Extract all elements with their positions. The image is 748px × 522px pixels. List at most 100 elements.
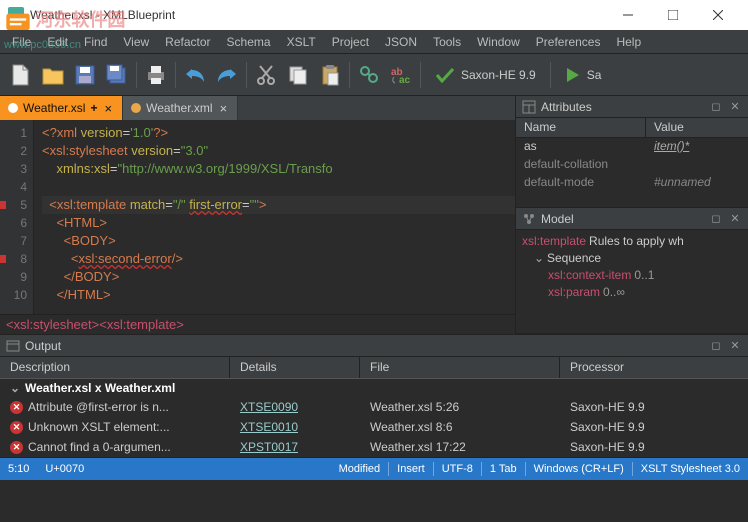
- tab-close-button[interactable]: ×: [103, 101, 115, 116]
- error-icon: ✕: [10, 421, 23, 434]
- cut-button[interactable]: [251, 60, 281, 90]
- copy-button[interactable]: [283, 60, 313, 90]
- status-unicode: U+0070: [37, 463, 92, 475]
- window-title: Weather.xsl - XMLBlueprint: [30, 8, 605, 22]
- panel-restore-button[interactable]: ◻: [709, 212, 723, 226]
- menu-file[interactable]: File: [4, 32, 39, 52]
- output-headers: Description Details File Processor: [0, 357, 748, 379]
- model-item[interactable]: xsl:param 0..∞: [518, 284, 746, 301]
- toolbar: abac Saxon-HE 9.9 Sa: [0, 54, 748, 96]
- status-position[interactable]: 5:10: [0, 463, 37, 475]
- validate-button[interactable]: Saxon-HE 9.9: [425, 60, 546, 90]
- status-modified: Modified: [331, 463, 389, 475]
- out-header-details[interactable]: Details: [230, 357, 360, 378]
- menu-find[interactable]: Find: [76, 32, 115, 52]
- breadcrumb-item[interactable]: <xsl:template>: [99, 317, 184, 332]
- undo-button[interactable]: [180, 60, 210, 90]
- tab-weather-xsl[interactable]: Weather.xsl + ×: [0, 96, 123, 120]
- menubar: File Edit Find View Refactor Schema XSLT…: [0, 30, 748, 54]
- panel-restore-button[interactable]: ◻: [709, 339, 723, 353]
- panel-close-button[interactable]: ✕: [728, 100, 742, 114]
- attr-row[interactable]: default-mode#unnamed: [516, 174, 748, 192]
- model-root[interactable]: xsl:template Rules to apply wh: [518, 233, 746, 250]
- menu-tools[interactable]: Tools: [425, 32, 469, 52]
- menu-project[interactable]: Project: [324, 32, 377, 52]
- model-item[interactable]: xsl:context-item 0..1: [518, 267, 746, 284]
- run-button[interactable]: Sa: [555, 60, 612, 90]
- status-doctype[interactable]: XSLT Stylesheet 3.0: [633, 463, 748, 475]
- menu-help[interactable]: Help: [608, 32, 649, 52]
- model-icon: [522, 212, 536, 226]
- panel-title: Model: [541, 212, 704, 226]
- attributes-panel: Attributes ◻ ✕ Name Value asitem()*defau…: [516, 96, 748, 208]
- output-row[interactable]: ✕Cannot find a 0-argumen...XPST0017Weath…: [0, 437, 748, 457]
- output-row[interactable]: ✕Attribute @first-error is n...XTSE0090W…: [0, 397, 748, 417]
- file-icon: [131, 103, 141, 113]
- save-button[interactable]: [70, 60, 100, 90]
- panel-title: Output: [25, 339, 704, 353]
- print-button[interactable]: [141, 60, 171, 90]
- close-button[interactable]: [695, 0, 740, 30]
- output-group[interactable]: ⌄ Weather.xsl x Weather.xml: [0, 379, 748, 397]
- model-sequence[interactable]: ⌄ Sequence: [518, 250, 746, 267]
- status-tabs[interactable]: 1 Tab: [482, 463, 525, 475]
- menu-edit[interactable]: Edit: [39, 32, 76, 52]
- paste-button[interactable]: [315, 60, 345, 90]
- run-label: Sa: [587, 68, 602, 82]
- code-editor[interactable]: 12345678910 <?xml version='1.0'?><xsl:st…: [0, 120, 515, 314]
- replace-button[interactable]: abac: [386, 60, 416, 90]
- out-header-processor[interactable]: Processor: [560, 357, 748, 378]
- titlebar: Weather.xsl - XMLBlueprint: [0, 0, 748, 30]
- menu-view[interactable]: View: [115, 32, 157, 52]
- menu-refactor[interactable]: Refactor: [157, 32, 218, 52]
- file-icon: [8, 103, 18, 113]
- panel-close-button[interactable]: ✕: [728, 339, 742, 353]
- status-eol[interactable]: Windows (CR+LF): [526, 463, 632, 475]
- output-icon: [6, 339, 20, 353]
- chevron-down-icon: ⌄: [534, 250, 544, 267]
- output-row[interactable]: ✕Unknown XSLT element:...XTSE0010Weather…: [0, 417, 748, 437]
- model-panel: Model ◻ ✕ xsl:template Rules to apply wh…: [516, 208, 748, 334]
- minimize-button[interactable]: [605, 0, 650, 30]
- maximize-button[interactable]: [650, 0, 695, 30]
- panel-restore-button[interactable]: ◻: [709, 100, 723, 114]
- breadcrumb[interactable]: <xsl:stylesheet><xsl:template>: [0, 314, 515, 334]
- attr-row[interactable]: asitem()*: [516, 138, 748, 156]
- out-header-file[interactable]: File: [360, 357, 560, 378]
- menu-schema[interactable]: Schema: [219, 32, 279, 52]
- editor-tabs: Weather.xsl + × Weather.xml ×: [0, 96, 515, 120]
- error-detail-link[interactable]: XTSE0090: [230, 399, 360, 415]
- panel-close-button[interactable]: ✕: [728, 212, 742, 226]
- redo-button[interactable]: [212, 60, 242, 90]
- error-detail-link[interactable]: XPST0017: [230, 439, 360, 455]
- menu-xslt[interactable]: XSLT: [279, 32, 324, 52]
- validate-label: Saxon-HE 9.9: [461, 68, 536, 82]
- menu-preferences[interactable]: Preferences: [528, 32, 609, 52]
- status-encoding[interactable]: UTF-8: [434, 463, 481, 475]
- breadcrumb-item[interactable]: <xsl:stylesheet>: [6, 317, 99, 332]
- app-icon: [8, 7, 24, 23]
- menu-window[interactable]: Window: [469, 32, 528, 52]
- open-file-button[interactable]: [38, 60, 68, 90]
- tab-close-button[interactable]: ×: [218, 101, 230, 116]
- menu-json[interactable]: JSON: [377, 32, 425, 52]
- panel-title: Attributes: [541, 100, 704, 114]
- attr-header-value[interactable]: Value: [646, 118, 692, 137]
- tab-label: Weather.xml: [146, 101, 212, 115]
- dirty-indicator: +: [90, 101, 97, 115]
- attr-header-name[interactable]: Name: [516, 118, 646, 137]
- attr-row[interactable]: default-collation: [516, 156, 748, 174]
- attributes-icon: [522, 100, 536, 114]
- save-all-button[interactable]: [102, 60, 132, 90]
- tab-weather-xml[interactable]: Weather.xml ×: [123, 96, 238, 120]
- error-icon: ✕: [10, 441, 23, 454]
- error-detail-link[interactable]: XTSE0010: [230, 419, 360, 435]
- out-header-description[interactable]: Description: [0, 357, 230, 378]
- chevron-down-icon: ⌄: [10, 381, 20, 395]
- status-insert[interactable]: Insert: [389, 463, 433, 475]
- tab-label: Weather.xsl: [23, 101, 85, 115]
- new-file-button[interactable]: [6, 60, 36, 90]
- svg-text:ac: ac: [399, 75, 411, 85]
- error-icon: ✕: [10, 401, 23, 414]
- find-button[interactable]: [354, 60, 384, 90]
